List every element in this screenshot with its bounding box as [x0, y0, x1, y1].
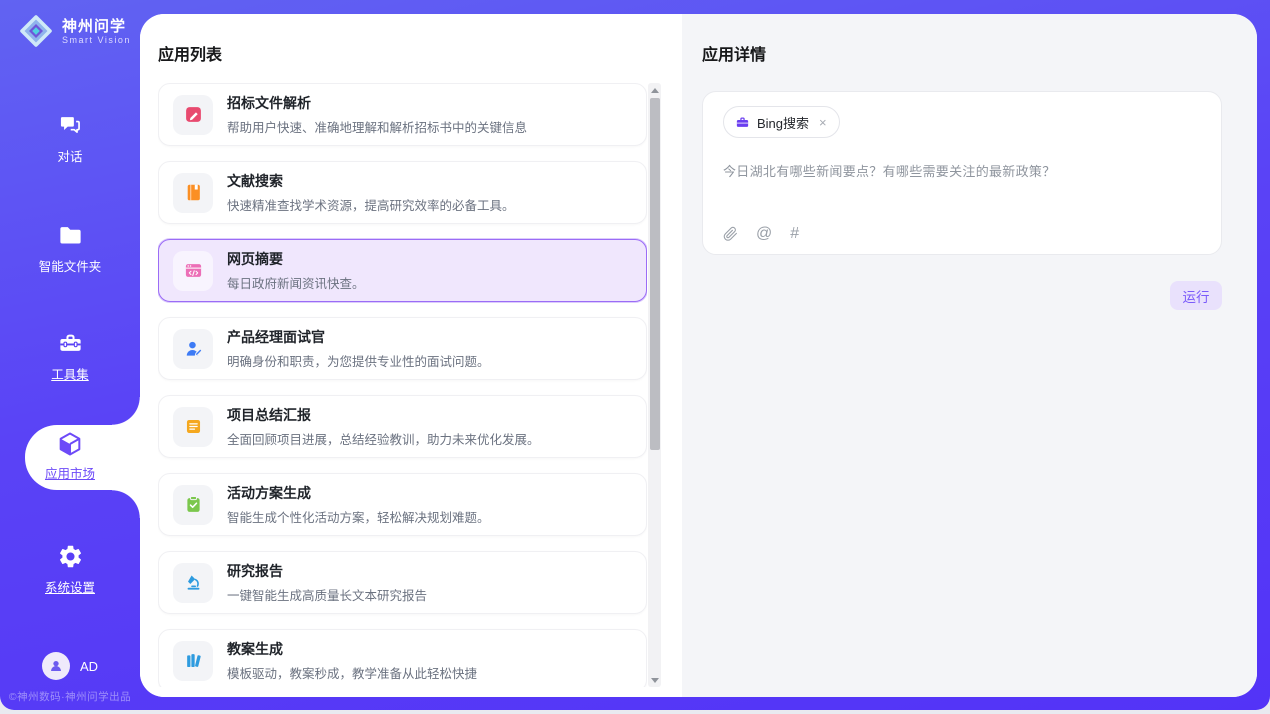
avatar: [42, 652, 70, 680]
app-card-desc: 每日政府新闻资讯快查。: [227, 273, 365, 292]
prompt-text[interactable]: 今日湖北有哪些新闻要点？有哪些需要关注的最新政策？: [723, 161, 1201, 180]
sidebar-item-settings[interactable]: 系统设置: [0, 543, 140, 596]
app-card-web-summary[interactable]: 网页摘要 每日政府新闻资讯快查。: [158, 239, 647, 302]
chat-icon: [57, 112, 84, 139]
app-card-desc: 快速精准查找学术资源，提高研究效率的必备工具。: [227, 195, 515, 214]
bump-corner-top: [112, 397, 140, 425]
run-button[interactable]: 运行: [1170, 281, 1222, 310]
app-card-title: 教案生成: [227, 639, 477, 659]
app-card-desc: 全面回顾项目进展，总结经验教训，助力未来优化发展。: [227, 429, 540, 448]
briefcase-icon: [735, 115, 750, 130]
sidebar-item-toolset[interactable]: 工具集: [0, 330, 140, 383]
app-card-research-report[interactable]: 研究报告 一键智能生成高质量长文本研究报告: [158, 551, 647, 614]
app-card-project-summary[interactable]: 项目总结汇报 全面回顾项目进展，总结经验教训，助力未来优化发展。: [158, 395, 647, 458]
prompt-composer[interactable]: Bing搜索 × 今日湖北有哪些新闻要点？有哪些需要关注的最新政策？ @ #: [702, 91, 1222, 255]
sidebar: 神州问学 Smart Vision 对话 智能文件夹 工具集: [0, 0, 140, 710]
icon-box: [173, 407, 213, 447]
icon-box: [173, 173, 213, 213]
user-account[interactable]: AD: [0, 652, 140, 680]
logo-subtitle: Smart Vision: [62, 35, 131, 45]
logo-diamond-icon: [18, 13, 54, 49]
tool-chip-bing-search[interactable]: Bing搜索 ×: [723, 106, 840, 138]
book-icon: [184, 183, 203, 202]
icon-box: [173, 329, 213, 369]
hash-icon[interactable]: #: [790, 226, 799, 242]
app-card-title: 招标文件解析: [227, 93, 527, 113]
app-card-desc: 模板驱动，教案秒成，教学准备从此轻松快捷: [227, 663, 477, 682]
bump-corner-bottom: [112, 490, 140, 518]
sidebar-item-chat[interactable]: 对话: [0, 112, 140, 165]
app-card-literature-search[interactable]: 文献搜索 快速精准查找学术资源，提高研究效率的必备工具。: [158, 161, 647, 224]
at-icon[interactable]: @: [756, 226, 772, 242]
sidebar-item-label: 系统设置: [45, 577, 95, 596]
icon-box: [173, 641, 213, 681]
app-card-desc: 一键智能生成高质量长文本研究报告: [227, 585, 427, 604]
app-card-pm-interviewer[interactable]: 产品经理面试官 明确身份和职责，为您提供专业性的面试问题。: [158, 317, 647, 380]
gear-icon: [57, 543, 84, 570]
composer-toolbar: @ #: [723, 226, 1201, 242]
microscope-icon: [184, 573, 203, 592]
app-card-title: 研究报告: [227, 561, 427, 581]
app-card-desc: 明确身份和职责，为您提供专业性的面试问题。: [227, 351, 490, 370]
icon-box: [173, 485, 213, 525]
sidebar-item-label: 应用市场: [45, 463, 95, 482]
interviewer-icon: [184, 339, 203, 358]
app-card-lesson-plan[interactable]: 教案生成 模板驱动，教案秒成，教学准备从此轻松快捷: [158, 629, 647, 687]
paperclip-icon[interactable]: [723, 226, 738, 242]
sidebar-item-smart-folder[interactable]: 智能文件夹: [0, 222, 140, 275]
app-card-desc: 智能生成个性化活动方案，轻松解决规划难题。: [227, 507, 490, 526]
folder-icon: [57, 222, 84, 249]
app-logo: 神州问学 Smart Vision: [0, 0, 140, 49]
app-card-bid-parsing[interactable]: 招标文件解析 帮助用户快速、准确地理解和解析招标书中的关键信息: [158, 83, 647, 146]
sidebar-item-app-market[interactable]: 应用市场: [0, 430, 140, 482]
app-card-list: 招标文件解析 帮助用户快速、准确地理解和解析招标书中的关键信息 文献搜索 快速精…: [158, 83, 647, 687]
app-detail-pane: 应用详情 Bing搜索 × 今日湖北有哪些新闻要点？有哪些需要关注的最新政策？: [682, 14, 1257, 697]
app-card-title: 文献搜索: [227, 171, 515, 191]
sidebar-item-label: 工具集: [51, 364, 89, 383]
chip-close-icon[interactable]: ×: [819, 115, 827, 130]
app-list-title: 应用列表: [140, 14, 682, 65]
logo-title: 神州问学: [62, 18, 131, 35]
app-card-event-plan[interactable]: 活动方案生成 智能生成个性化活动方案，轻松解决规划难题。: [158, 473, 647, 536]
content-panel: 应用列表 招标文件解析 帮助用户快速、准确地理解和解析招标书中的关键信息: [140, 14, 1257, 697]
report-note-icon: [184, 417, 203, 436]
app-card-title: 产品经理面试官: [227, 327, 490, 347]
scroll-up-icon[interactable]: [648, 83, 661, 97]
app-list-scrollbar[interactable]: [648, 83, 661, 687]
books-icon: [184, 651, 203, 670]
app-card-title: 活动方案生成: [227, 483, 490, 503]
app-card-title: 项目总结汇报: [227, 405, 540, 425]
icon-box: [173, 251, 213, 291]
app-list-pane: 应用列表 招标文件解析 帮助用户快速、准确地理解和解析招标书中的关键信息: [140, 14, 682, 697]
scroll-down-icon[interactable]: [648, 673, 661, 687]
toolbox-icon: [57, 330, 84, 357]
app-card-title: 网页摘要: [227, 249, 365, 269]
scrollbar-thumb[interactable]: [650, 98, 660, 450]
app-card-desc: 帮助用户快速、准确地理解和解析招标书中的关键信息: [227, 117, 527, 136]
document-edit-icon: [184, 105, 203, 124]
icon-box: [173, 95, 213, 135]
icon-box: [173, 563, 213, 603]
tool-chip-label: Bing搜索: [757, 113, 809, 132]
sidebar-footer: ©神州数码·神州问学出品: [0, 689, 140, 704]
app-detail-title: 应用详情: [682, 14, 1257, 65]
sidebar-item-label: 智能文件夹: [39, 256, 102, 275]
sidebar-item-label: 对话: [57, 146, 82, 165]
browser-code-icon: [184, 261, 203, 280]
clipboard-check-icon: [184, 495, 203, 514]
user-name: AD: [80, 659, 98, 674]
person-icon: [48, 658, 64, 674]
cube-icon: [56, 430, 84, 458]
